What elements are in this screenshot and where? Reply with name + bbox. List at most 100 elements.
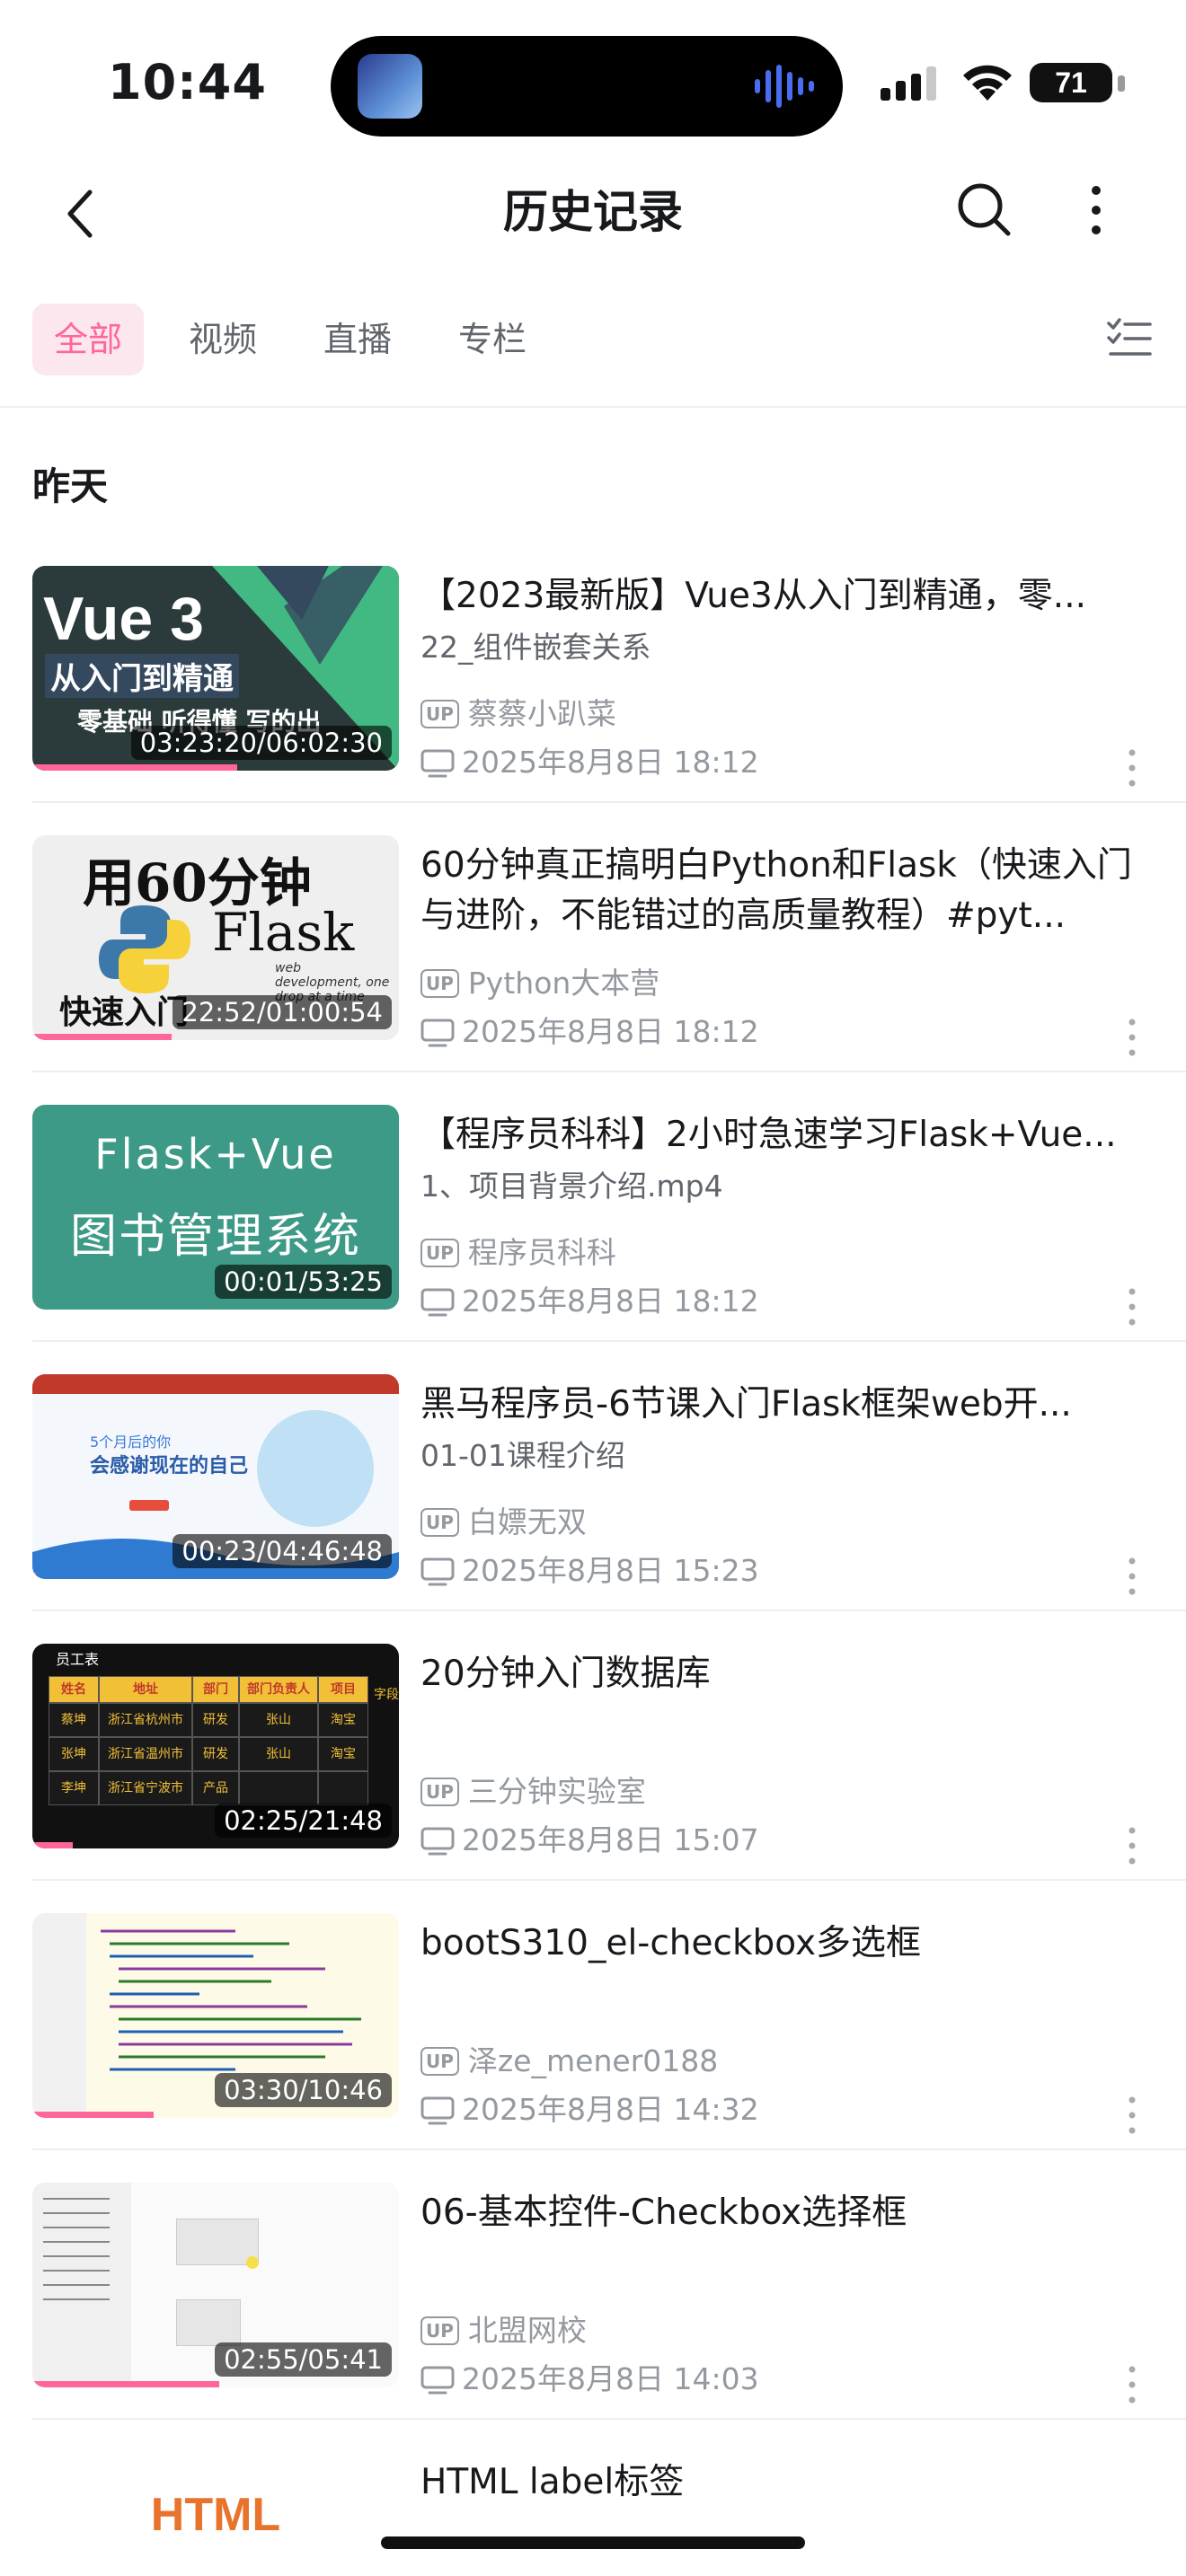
thumb-table-cell (318, 1771, 368, 1805)
thumb-cursor-dot (246, 2256, 259, 2269)
thumb-table-cell: 研发 (192, 1703, 239, 1737)
thumb-table-cell: 浙江省宁波市 (99, 1771, 192, 1805)
thumb-text-heima-b: 会感谢现在的自己 (90, 1455, 249, 1478)
duration-label: 22:52/01:00:54 (173, 995, 392, 1029)
video-title: 【2023最新版】Vue3从入门到精通，零... (420, 576, 1087, 616)
thumb-text-heima-a: 5个月后的你 (90, 1434, 172, 1451)
video-subtitle: 1、项目背景介绍.mp4 (420, 1169, 723, 1204)
tab-live[interactable]: 直播 (323, 304, 392, 375)
watch-progress (32, 1842, 73, 1848)
duration-label: 03:30/10:46 (215, 2073, 392, 2107)
more-options-icon[interactable] (1123, 1284, 1141, 1329)
history-item[interactable]: Flask+Vue 图书管理系统 00:01/53:25 【程序员科科】2小时急… (0, 1105, 1186, 1374)
watch-datetime: 2025年8月8日 14:03 (462, 2361, 759, 2396)
watch-time-row: 2025年8月8日 18:12 (420, 1277, 759, 1320)
watch-progress (32, 2112, 154, 2118)
watch-progress (32, 1034, 173, 1040)
thumb-table-cell: 产品 (192, 1771, 239, 1805)
video-thumbnail[interactable]: 员工表 字段 姓名 地址 部门 部门负责人 项目 蔡坤 浙江省杭州市 研发 张山 淘宝 张坤 浙江省温… (32, 1644, 399, 1848)
search-icon[interactable] (952, 178, 1015, 241)
thumb-table-cell: 张山 (239, 1737, 318, 1771)
thumb-table-cell (239, 1771, 318, 1805)
home-indicator[interactable] (381, 2536, 805, 2549)
divider (32, 801, 1186, 803)
thumb-text-vue: Vue 3 (43, 585, 204, 653)
up-badge-icon: UP (420, 2047, 459, 2076)
divider (32, 1879, 1186, 1881)
uploader-name: 泽ze_mener0188 (467, 2043, 719, 2078)
uploader-row: UP 三分钟实验室 (420, 1768, 646, 1811)
watch-datetime: 2025年8月8日 14:32 (462, 2092, 759, 2127)
divider (32, 1610, 1186, 1611)
video-thumbnail[interactable]: Flask+Vue 图书管理系统 00:01/53:25 (32, 1105, 399, 1310)
thumb-list-lines-art (43, 2198, 110, 2300)
history-item[interactable]: 员工表 字段 姓名 地址 部门 部门负责人 项目 蔡坤 浙江省杭州市 研发 张山 淘宝 张坤 浙江省温… (0, 1644, 1186, 1913)
more-options-icon[interactable] (1123, 1015, 1141, 1060)
thumb-table-cell: 淘宝 (318, 1737, 368, 1771)
history-item[interactable]: 02:55/05:41 06-基本控件-Checkbox选择框 UP 北盟网校 2… (0, 2183, 1186, 2452)
tv-icon (420, 2096, 455, 2125)
thumb-button-shape (129, 1500, 169, 1511)
watch-progress (32, 764, 238, 771)
more-options-icon[interactable] (1123, 1823, 1141, 1868)
more-options-icon[interactable] (1123, 1554, 1141, 1599)
video-thumbnail[interactable]: 02:55/05:41 (32, 2183, 399, 2387)
video-thumbnail[interactable]: 用60分钟 Flask web development, one drop at… (32, 835, 399, 1040)
thumb-table-cell: 浙江省温州市 (99, 1737, 192, 1771)
uploader-name: 北盟网校 (467, 2313, 587, 2348)
duration-label: 00:01/53:25 (215, 1265, 392, 1299)
thumb-text-vue-sub: 从入门到精通 (45, 654, 239, 698)
divider (32, 2148, 1186, 2150)
watch-time-row: 2025年8月8日 18:12 (420, 1008, 759, 1051)
thumb-table-cell: 姓名 (49, 1676, 99, 1703)
tv-icon (420, 749, 455, 778)
uploader-row: UP 北盟网校 (420, 2307, 587, 2350)
video-thumbnail[interactable]: HTML (32, 2452, 399, 2576)
video-thumbnail[interactable]: Vue 3 从入门到精通 零基础 听得懂 写的出 03:23:20/06:02:… (32, 566, 399, 771)
tab-column[interactable]: 专栏 (458, 304, 527, 375)
status-bar: 10:44 71 (0, 0, 1186, 171)
thumb-table-cell: 张坤 (49, 1737, 99, 1771)
uploader-name: 白嫖无双 (467, 1504, 587, 1539)
thumb-window-shape (176, 2299, 241, 2346)
uploader-name: 三分钟实验室 (467, 1774, 646, 1809)
more-options-icon[interactable] (1123, 2093, 1141, 2138)
watch-time-row: 2025年8月8日 15:07 (420, 1816, 759, 1859)
thumb-table-cell: 李坤 (49, 1771, 99, 1805)
divider (32, 2418, 1186, 2420)
video-subtitle: 01-01课程介绍 (420, 1438, 625, 1473)
thumb-topbar (32, 1374, 399, 1394)
duration-label: 02:25/21:48 (215, 1804, 392, 1838)
uploader-row: UP 白嫖无双 (420, 1498, 587, 1541)
watch-progress (32, 1573, 37, 1579)
video-title: 06-基本控件-Checkbox选择框 (420, 2192, 907, 2233)
uploader-row: UP 蔡蔡小趴菜 (420, 690, 616, 733)
duration-label: 00:23/04:46:48 (173, 1534, 392, 1568)
battery-indicator: 71 (1030, 63, 1112, 102)
watch-time-row: 2025年8月8日 14:03 (420, 2355, 759, 2398)
video-thumbnail[interactable]: 5个月后的你 会感谢现在的自己 00:23/04:46:48 (32, 1374, 399, 1579)
history-item[interactable]: 用60分钟 Flask web development, one drop at… (0, 835, 1186, 1105)
thumb-text-html: HTML (150, 2489, 281, 2541)
watch-time-row: 2025年8月8日 15:23 (420, 1547, 759, 1590)
video-thumbnail[interactable]: 03:30/10:46 (32, 1913, 399, 2118)
thumb-sidebar-shape (32, 1913, 86, 2118)
duration-label: 02:55/05:41 (215, 2342, 392, 2377)
more-options-icon[interactable] (1123, 745, 1141, 790)
video-title: bootS310_el-checkbox多选框 (420, 1923, 922, 1963)
watch-progress (32, 1303, 37, 1310)
tab-video[interactable]: 视频 (189, 304, 257, 375)
watch-time-row: 2025年8月8日 14:32 (420, 2086, 759, 2129)
divider (32, 1340, 1186, 1342)
history-item[interactable]: 03:30/10:46 bootS310_el-checkbox多选框 UP 泽z… (0, 1913, 1186, 2183)
history-item[interactable]: 5个月后的你 会感谢现在的自己 00:23/04:46:48 黑马程序员-6节课… (0, 1374, 1186, 1644)
thumb-table-cell: 部门负责人 (239, 1676, 318, 1703)
history-item[interactable]: Vue 3 从入门到精通 零基础 听得懂 写的出 03:23:20/06:02:… (0, 566, 1186, 835)
up-badge-icon: UP (420, 1239, 459, 1267)
more-vertical-icon[interactable] (1087, 183, 1105, 237)
watch-time-row: 2025年8月8日 18:12 (420, 738, 759, 781)
list-check-icon[interactable] (1107, 318, 1152, 359)
more-options-icon[interactable] (1123, 2362, 1141, 2407)
history-item[interactable]: HTML HTML label标签 (0, 2452, 1186, 2576)
tab-all[interactable]: 全部 (32, 304, 145, 375)
